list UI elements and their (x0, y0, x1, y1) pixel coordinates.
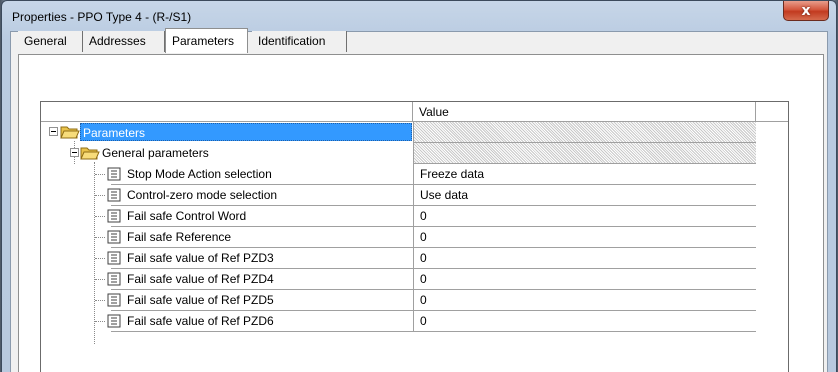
parameter-row[interactable]: Control-zero mode selection Use data (41, 185, 788, 206)
parameter-icon (107, 230, 121, 244)
parameter-label: Fail safe value of Ref PZD6 (127, 314, 274, 328)
parameter-row[interactable]: Fail safe value of Ref PZD3 0 (41, 248, 788, 269)
parameter-value[interactable]: 0 (413, 206, 756, 227)
parameter-row[interactable]: Stop Mode Action selection Freeze data (41, 164, 788, 185)
title-bar[interactable]: Properties - PPO Type 4 - (R-/S1) x (2, 1, 836, 31)
parameter-value[interactable]: 0 (413, 311, 756, 332)
parameter-icon (107, 188, 121, 202)
parameter-icon (107, 314, 121, 328)
tree-line (95, 258, 105, 259)
tree-row-group[interactable]: General parameters (41, 143, 788, 164)
parameter-label: Fail safe Control Word (127, 209, 247, 223)
tree-line (95, 237, 105, 238)
parameter-label: Fail safe value of Ref PZD3 (127, 251, 274, 265)
parameter-icon (107, 209, 121, 223)
parameter-label: Control-zero mode selection (127, 188, 278, 202)
parameter-icon (107, 272, 121, 286)
close-icon: x (801, 2, 811, 19)
tree-line (95, 321, 105, 322)
parameter-label: Stop Mode Action selection (127, 167, 272, 181)
parameter-row[interactable]: Fail safe value of Ref PZD6 0 (41, 311, 788, 332)
parameter-row[interactable]: Fail safe Control Word 0 (41, 206, 788, 227)
collapse-icon[interactable] (49, 127, 58, 136)
window-title: Properties - PPO Type 4 - (R-/S1) (12, 10, 192, 24)
tab-identification[interactable]: Identification (252, 31, 347, 52)
parameter-value[interactable]: Freeze data (413, 164, 756, 185)
tab-general[interactable]: General (18, 31, 83, 52)
tree-node-label-group: General parameters (102, 146, 209, 160)
column-header-name[interactable] (41, 102, 413, 121)
parameter-icon (107, 293, 121, 307)
tree-line (95, 300, 105, 301)
grid-header: Value (41, 102, 788, 122)
tab-parameters[interactable]: Parameters (165, 28, 248, 53)
parameter-label: Fail safe value of Ref PZD4 (127, 272, 274, 286)
properties-dialog: Properties - PPO Type 4 - (R-/S1) x Gene… (1, 0, 837, 372)
parameter-row[interactable]: Fail safe value of Ref PZD5 0 (41, 290, 788, 311)
tab-addresses[interactable]: Addresses (83, 31, 165, 52)
close-button[interactable]: x (783, 1, 829, 21)
parameter-icon (107, 167, 121, 181)
collapse-icon[interactable] (70, 148, 79, 157)
parameters-grid[interactable]: Value Parameters General parameters Stop… (40, 101, 789, 372)
tree-row-root[interactable]: Parameters (41, 122, 788, 143)
parameter-value[interactable]: 0 (413, 227, 756, 248)
open-folder-icon (60, 126, 80, 139)
value-cell-root (413, 122, 756, 143)
parameter-row[interactable]: Fail safe Reference 0 (41, 227, 788, 248)
parameter-value[interactable]: 0 (413, 290, 756, 311)
value-cell-group (413, 143, 756, 164)
parameters-tab-panel: Value Parameters General parameters Stop… (18, 54, 824, 372)
parameter-icon (107, 251, 121, 265)
row-divider (111, 331, 413, 332)
open-folder-icon (80, 147, 100, 160)
tree-node-label-root[interactable]: Parameters (80, 123, 412, 141)
tree-line (95, 216, 105, 217)
parameter-row[interactable]: Fail safe value of Ref PZD4 0 (41, 269, 788, 290)
column-header-value[interactable]: Value (413, 102, 756, 121)
parameter-label: Fail safe Reference (127, 230, 232, 244)
tree-line (95, 195, 105, 196)
parameter-value[interactable]: 0 (413, 269, 756, 290)
parameter-value[interactable]: Use data (413, 185, 756, 206)
parameter-label: Fail safe value of Ref PZD5 (127, 293, 274, 307)
tree-line (95, 279, 105, 280)
parameter-value[interactable]: 0 (413, 248, 756, 269)
tree-line (95, 174, 105, 175)
